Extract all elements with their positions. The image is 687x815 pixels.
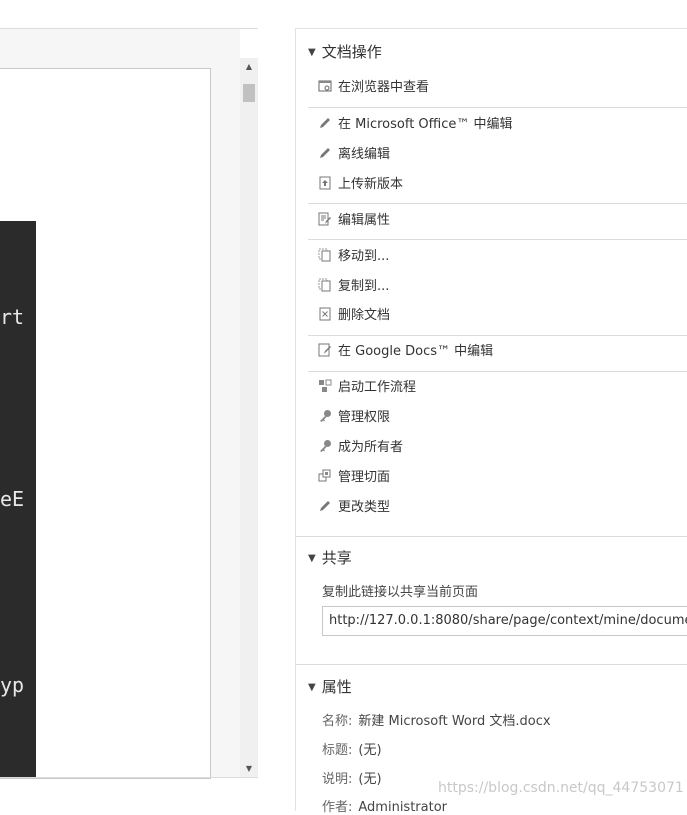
share-header-label: 共享 [321, 549, 352, 567]
action-label: 离线编辑 [338, 147, 391, 162]
action-label: 删除文档 [338, 308, 391, 323]
browser-view-icon [318, 80, 332, 92]
code-block: rt eE yp [0, 221, 36, 777]
action-label: 更改类型 [338, 500, 391, 515]
properties-section-header[interactable]: ▼ 属性 [308, 676, 352, 697]
divider [296, 536, 687, 537]
upload-new-version-action[interactable]: 上传新版本 [318, 174, 403, 196]
key-icon [320, 410, 331, 422]
collapse-triangle-icon[interactable]: ▼ [308, 682, 316, 693]
manage-permissions-action[interactable]: 管理权限 [318, 407, 390, 429]
action-label: 编辑属性 [338, 213, 391, 228]
workflow-icon [319, 379, 332, 392]
property-value: Administrator [358, 800, 448, 815]
start-workflow-action[interactable]: 启动工作流程 [318, 377, 416, 399]
divider [308, 335, 687, 336]
share-link-label: 复制此链接以共享当前页面 [322, 585, 479, 600]
offline-edit-action[interactable]: 离线编辑 [318, 144, 390, 166]
scroll-up-arrow-icon[interactable]: ▲ [240, 60, 258, 74]
copy-to-action[interactable]: 复制到... [318, 276, 389, 298]
property-value: 新建 Microsoft Word 文档.docx [358, 714, 551, 729]
divider [0, 777, 258, 778]
details-sidebar: ▼ 文档操作 在浏览器中查看 在 Microsoft Office™ 中编辑 离线… [295, 28, 687, 815]
action-label: 启动工作流程 [338, 380, 417, 395]
pencil-icon [320, 501, 330, 511]
property-key: 说明: [322, 772, 353, 787]
edit-properties-action[interactable]: 编辑属性 [318, 210, 390, 232]
code-fragment: eE [0, 487, 25, 511]
upload-icon [319, 176, 331, 190]
property-name: 名称: 新建 Microsoft Word 文档.docx [322, 710, 551, 729]
scroll-down-arrow-icon[interactable]: ▼ [240, 762, 258, 776]
action-label: 管理切面 [338, 470, 391, 485]
google-docs-edit-icon [318, 343, 331, 357]
divider [308, 203, 687, 204]
action-label: 上传新版本 [338, 177, 404, 192]
divider [308, 239, 687, 240]
property-description: 说明: (无) [322, 768, 382, 787]
action-label: 在 Microsoft Office™ 中编辑 [338, 117, 513, 132]
aspects-icon [318, 469, 331, 482]
edit-in-google-docs-action[interactable]: 在 Google Docs™ 中编辑 [318, 341, 493, 363]
action-label: 在 Google Docs™ 中编辑 [338, 344, 494, 359]
delete-document-action[interactable]: 删除文档 [318, 305, 390, 327]
share-url-field[interactable]: http://127.0.0.1:8080/share/page/context… [322, 606, 687, 636]
become-owner-action[interactable]: 成为所有者 [318, 437, 403, 459]
collapse-triangle-icon[interactable]: ▼ [308, 553, 316, 564]
property-key: 名称: [322, 714, 353, 729]
move-icon [318, 248, 331, 262]
copy-icon [318, 278, 331, 292]
properties-header-label: 属性 [321, 678, 352, 696]
pencil-icon [320, 148, 330, 158]
document-preview-pane: rt eE yp ▲ ▼ [0, 0, 258, 810]
key-icon [320, 440, 331, 452]
edit-in-office-action[interactable]: 在 Microsoft Office™ 中编辑 [318, 114, 513, 136]
share-section-header[interactable]: ▼ 共享 [308, 547, 352, 568]
move-to-action[interactable]: 移动到... [318, 246, 389, 268]
actions-header-label: 文档操作 [321, 43, 382, 61]
change-type-action[interactable]: 更改类型 [318, 497, 390, 519]
vertical-scrollbar[interactable]: ▲ ▼ [240, 58, 258, 778]
divider [296, 664, 687, 665]
scroll-thumb[interactable] [243, 84, 255, 102]
manage-aspects-action[interactable]: 管理切面 [318, 467, 390, 489]
view-in-browser-action[interactable]: 在浏览器中查看 [318, 77, 429, 99]
action-label: 成为所有者 [338, 440, 404, 455]
code-fragment: rt [0, 305, 25, 329]
action-label: 在浏览器中查看 [338, 80, 430, 95]
divider [308, 371, 687, 372]
divider [308, 107, 687, 108]
edit-properties-icon [318, 212, 331, 226]
pencil-icon [320, 118, 330, 128]
action-label: 管理权限 [338, 410, 391, 425]
delete-icon [319, 307, 331, 321]
watermark: https://blog.csdn.net/qq_44753071 [438, 780, 684, 796]
actions-section-header[interactable]: ▼ 文档操作 [308, 41, 382, 62]
property-value: (无) [358, 772, 382, 787]
property-key: 标题: [322, 743, 353, 758]
property-value: (无) [358, 743, 382, 758]
code-fragment: yp [0, 673, 25, 697]
collapse-triangle-icon[interactable]: ▼ [308, 47, 316, 58]
action-label: 移动到... [338, 249, 390, 264]
property-author: 作者: Administrator [322, 796, 447, 815]
property-key: 作者: [322, 800, 353, 815]
action-label: 复制到... [338, 279, 390, 294]
property-title: 标题: (无) [322, 739, 382, 758]
